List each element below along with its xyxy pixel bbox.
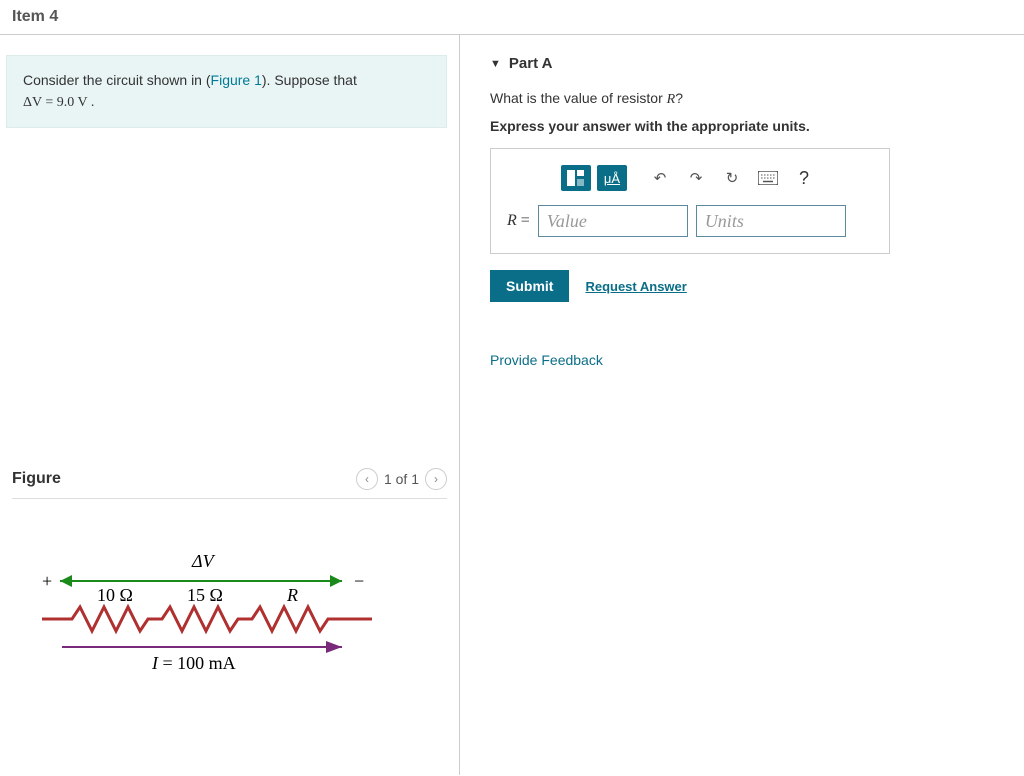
value-input[interactable] — [538, 205, 688, 237]
answer-box: μÅ ↶ ↷ ↻ ? R = — [490, 148, 890, 254]
question-text: What is the value of resistor R? — [490, 90, 1004, 108]
units-tool-icon[interactable]: μÅ — [597, 165, 627, 191]
left-column: Consider the circuit shown in (Figure 1)… — [0, 35, 460, 775]
r3-label: R — [286, 585, 298, 605]
figure-header: Figure ‹ 1 of 1 › — [12, 468, 447, 499]
figure-next-button[interactable]: › — [425, 468, 447, 490]
undo-icon[interactable]: ↶ — [645, 165, 675, 191]
current-label: I = 100 mA — [151, 653, 236, 673]
minus-terminal: − — [354, 571, 364, 591]
part-a-label: Part A — [509, 55, 553, 72]
redo-icon[interactable]: ↷ — [681, 165, 711, 191]
r2-label: 15 Ω — [187, 585, 223, 605]
r1-label: 10 Ω — [97, 585, 133, 605]
figure-link[interactable]: Figure 1 — [211, 72, 262, 88]
figure-prev-button[interactable]: ‹ — [356, 468, 378, 490]
input-row: R = — [507, 205, 873, 237]
prompt-text-post: ). Suppose that — [262, 72, 357, 88]
dv-label: ΔV — [191, 551, 216, 571]
item-title: Item 4 — [12, 8, 58, 25]
submit-button[interactable]: Submit — [490, 270, 569, 302]
equation-label: R = — [507, 212, 530, 230]
main-content: Consider the circuit shown in (Figure 1)… — [0, 35, 1024, 775]
page-header: Item 4 — [0, 0, 1024, 35]
figure-area: + − ΔV 10 Ω 15 Ω R I = 100 mA — [12, 499, 447, 689]
instruction-text: Express your answer with the appropriate… — [490, 118, 1004, 134]
figure-title: Figure — [12, 470, 61, 488]
figure-counter: 1 of 1 — [384, 471, 419, 487]
prompt-text-pre: Consider the circuit shown in ( — [23, 72, 211, 88]
right-column: ▼ Part A What is the value of resistor R… — [460, 35, 1024, 775]
plus-terminal: + — [42, 571, 52, 591]
submit-row: Submit Request Answer — [490, 270, 1004, 302]
part-a-header[interactable]: ▼ Part A — [490, 55, 1004, 72]
request-answer-link[interactable]: Request Answer — [585, 279, 686, 294]
provide-feedback-link[interactable]: Provide Feedback — [490, 352, 603, 368]
collapse-icon: ▼ — [490, 58, 501, 70]
reset-icon[interactable]: ↻ — [717, 165, 747, 191]
figure-nav: ‹ 1 of 1 › — [356, 468, 447, 490]
prompt-equation: ΔV = 9.0 V . — [23, 95, 94, 110]
problem-statement: Consider the circuit shown in (Figure 1)… — [6, 55, 447, 128]
help-icon[interactable]: ? — [789, 165, 819, 191]
answer-toolbar: μÅ ↶ ↷ ↻ ? — [507, 165, 873, 191]
template-tool-icon[interactable] — [561, 165, 591, 191]
circuit-diagram: + − ΔV 10 Ω 15 Ω R I = 100 mA — [42, 539, 382, 679]
keyboard-icon[interactable] — [753, 165, 783, 191]
units-input[interactable] — [696, 205, 846, 237]
